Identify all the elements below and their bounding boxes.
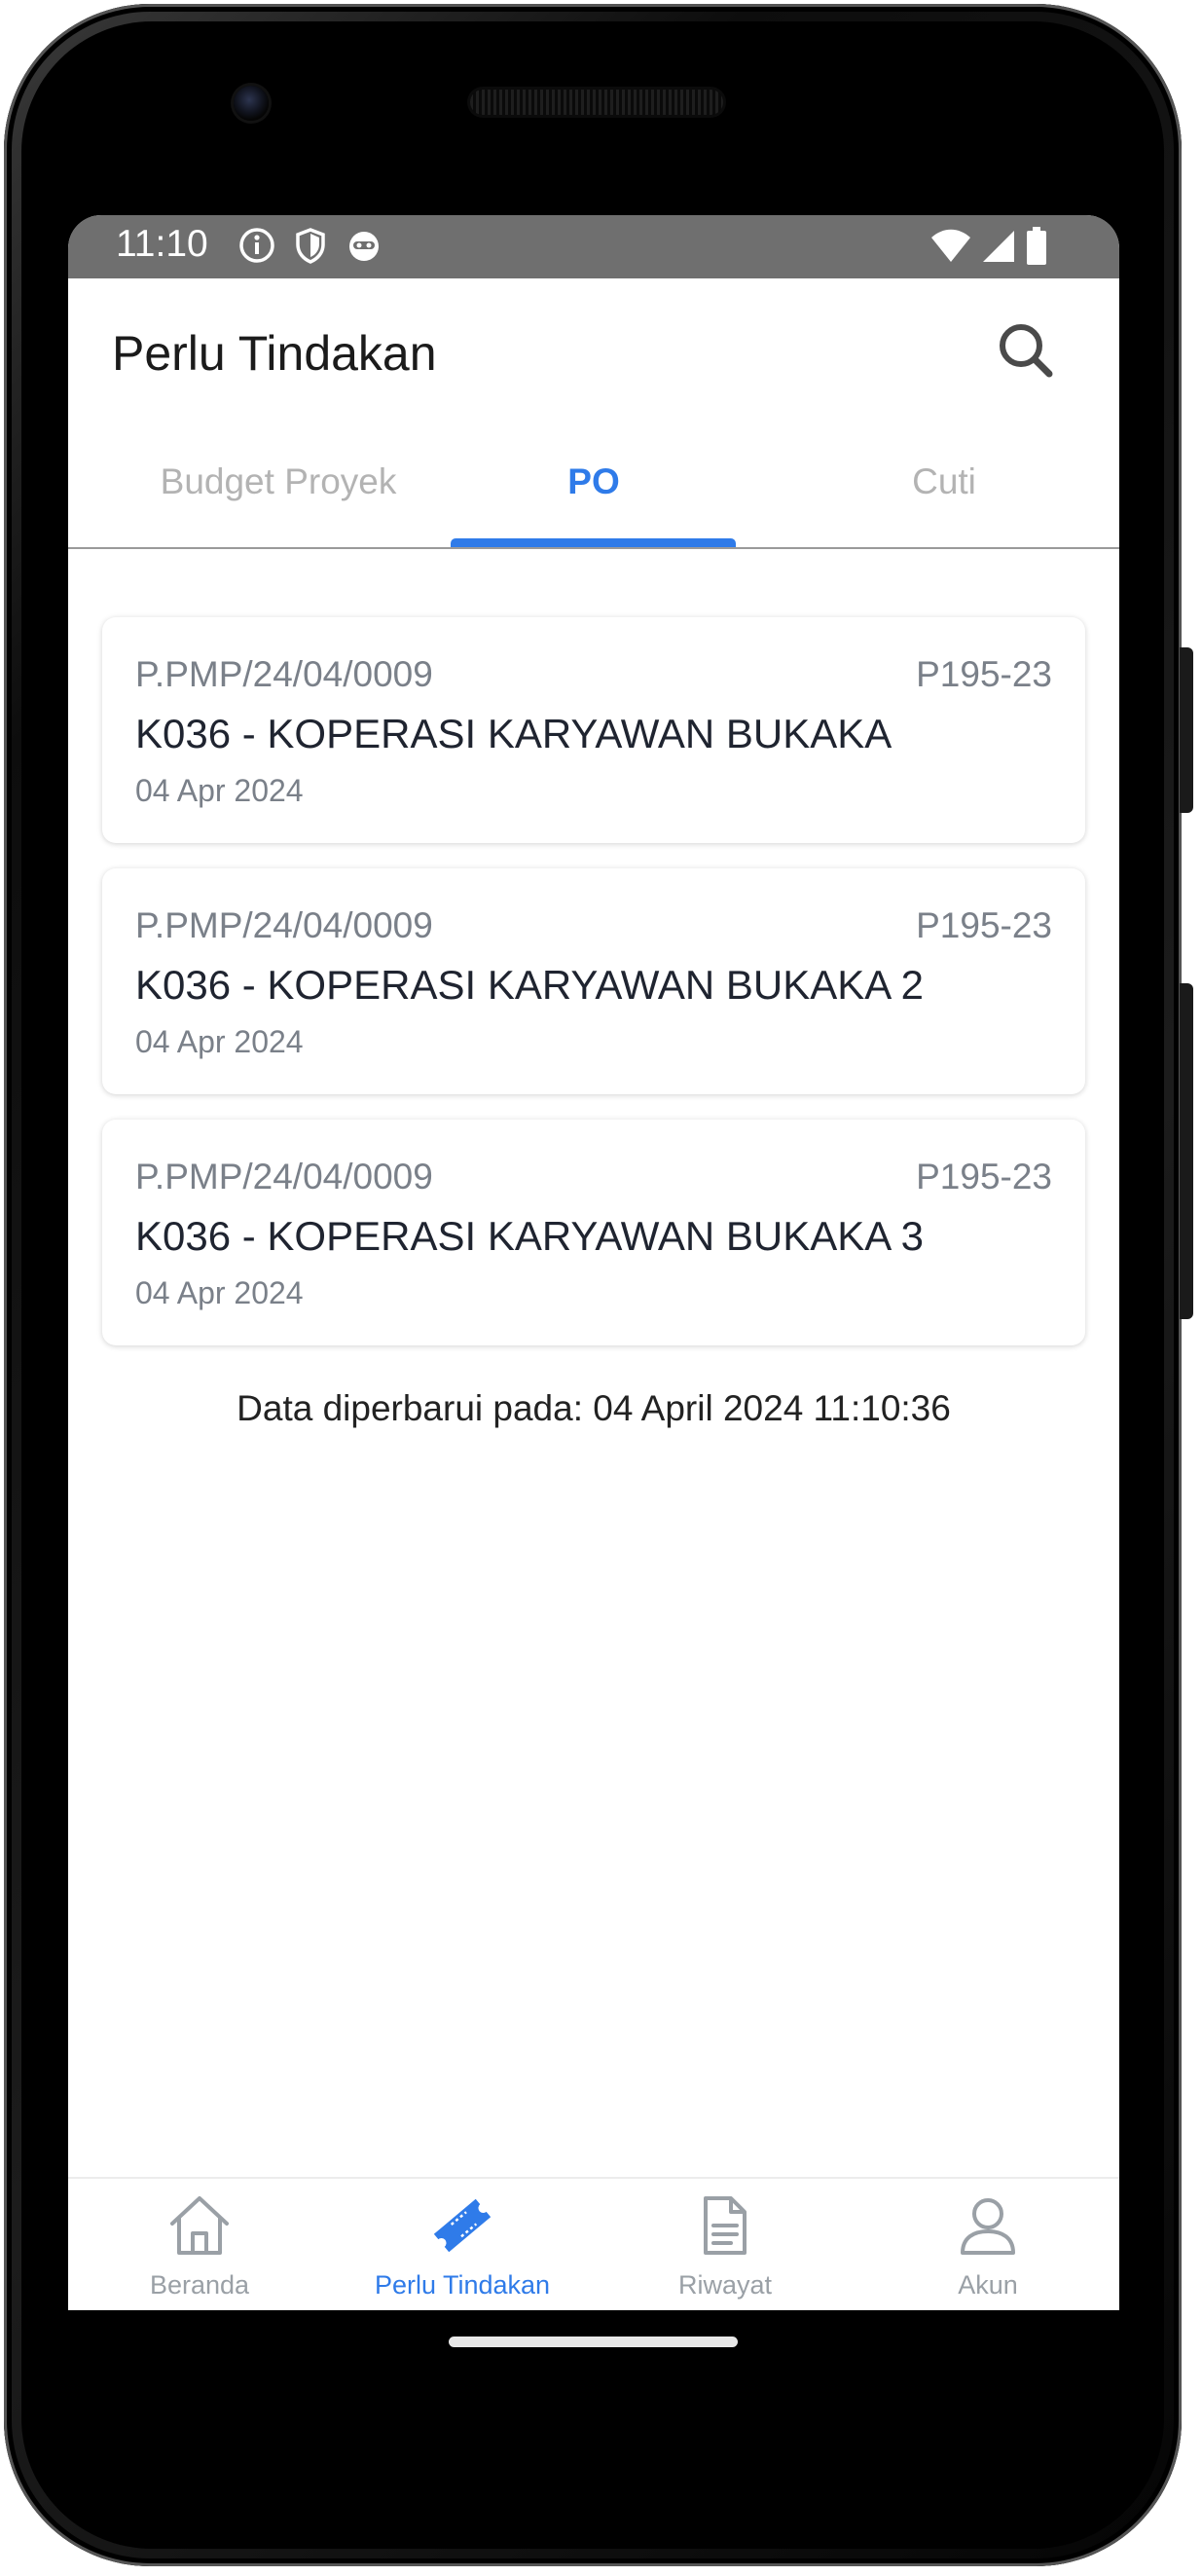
nav-riwayat[interactable]: Riwayat xyxy=(594,2179,856,2310)
nav-akun[interactable]: Akun xyxy=(856,2179,1119,2310)
item-title: K036 - KOPERASI KARYAWAN BUKAKA 2 xyxy=(135,962,924,1008)
user-icon xyxy=(961,2198,1015,2255)
item-title: K036 - KOPERASI KARYAWAN BUKAKA 3 xyxy=(135,1213,924,1259)
nav-beranda[interactable]: Beranda xyxy=(68,2179,331,2310)
item-code: P195-23 xyxy=(916,905,1052,945)
nav-perlu-tindakan[interactable]: Perlu Tindakan xyxy=(331,2179,594,2310)
tab-cuti[interactable]: Cuti xyxy=(769,461,1119,510)
item-date: 04 Apr 2024 xyxy=(135,1024,304,1059)
list-item[interactable]: P.PMP/24/04/0009 P195-23 K036 - KOPERASI… xyxy=(102,617,1085,843)
tab-bar: Budget Proyek PO Cuti xyxy=(68,434,1119,549)
status-icons-right xyxy=(930,227,1047,266)
document-icon xyxy=(704,2196,747,2255)
earpiece-speaker xyxy=(470,90,723,115)
info-icon xyxy=(239,228,274,263)
item-date: 04 Apr 2024 xyxy=(135,773,304,808)
tab-po[interactable]: PO xyxy=(419,461,769,510)
nav-label: Akun xyxy=(958,2270,1018,2300)
list-item[interactable]: P.PMP/24/04/0009 P195-23 K036 - KOPERASI… xyxy=(102,1120,1085,1345)
home-icon xyxy=(170,2196,229,2255)
search-button[interactable] xyxy=(991,315,1061,386)
list-item[interactable]: P.PMP/24/04/0009 P195-23 K036 - KOPERASI… xyxy=(102,868,1085,1094)
wifi-icon xyxy=(931,229,970,262)
nav-label: Perlu Tindakan xyxy=(374,2270,551,2300)
item-title: K036 - KOPERASI KARYAWAN BUKAKA xyxy=(135,711,892,756)
app-screen: 11:10 Perlu Tindakan Budget Proyek PO Cu… xyxy=(68,215,1119,2310)
volume-button xyxy=(1180,983,1193,1319)
nav-label: Beranda xyxy=(149,2270,250,2300)
shield-icon xyxy=(296,228,325,264)
item-code: P195-23 xyxy=(916,654,1052,694)
item-date: 04 Apr 2024 xyxy=(135,1275,304,1310)
ticket-icon xyxy=(433,2198,492,2253)
home-indicator[interactable] xyxy=(449,2337,738,2347)
action-list: P.PMP/24/04/0009 P195-23 K036 - KOPERASI… xyxy=(102,617,1085,1371)
nav-label: Riwayat xyxy=(677,2270,773,2300)
bottom-nav: Beranda Perlu Tindakan Riwayat Akun xyxy=(68,2177,1119,2310)
cell-signal-icon xyxy=(983,231,1014,262)
status-time: 11:10 xyxy=(116,223,208,265)
last-updated-text: Data diperbarui pada: 04 April 2024 11:1… xyxy=(237,1388,951,1428)
page-title: Perlu Tindakan xyxy=(112,326,437,381)
cat-face-icon xyxy=(349,232,379,261)
app-header: Perlu Tindakan xyxy=(68,278,1119,434)
item-reference: P.PMP/24/04/0009 xyxy=(135,1157,433,1196)
status-icons-left xyxy=(237,226,383,265)
search-icon xyxy=(1000,324,1053,378)
tab-budget-proyek[interactable]: Budget Proyek xyxy=(103,461,454,510)
item-reference: P.PMP/24/04/0009 xyxy=(135,654,433,694)
item-code: P195-23 xyxy=(916,1157,1052,1196)
status-bar: 11:10 xyxy=(68,215,1119,278)
active-tab-indicator xyxy=(451,538,736,547)
power-button xyxy=(1180,647,1193,813)
item-reference: P.PMP/24/04/0009 xyxy=(135,905,433,945)
front-camera xyxy=(234,86,269,121)
battery-icon xyxy=(1027,227,1046,265)
